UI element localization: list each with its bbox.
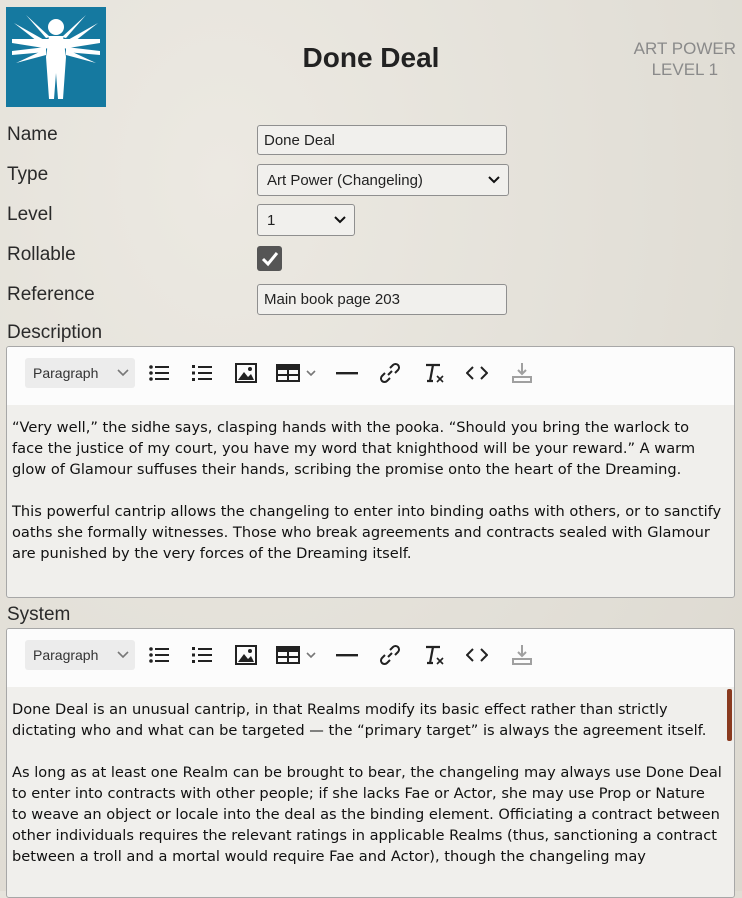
save-button[interactable] bbox=[509, 640, 535, 670]
insert-table-icon bbox=[276, 646, 316, 664]
item-type-badge: ART POWER LEVEL 1 bbox=[634, 38, 736, 80]
chevron-down-icon bbox=[334, 216, 346, 224]
source-code-button[interactable] bbox=[464, 640, 490, 670]
checkmark-icon bbox=[261, 251, 278, 266]
scrollbar-thumb[interactable] bbox=[727, 689, 732, 741]
remove-format-button[interactable] bbox=[421, 640, 447, 670]
bulleted-list-button[interactable] bbox=[147, 640, 171, 670]
remove-format-icon bbox=[426, 645, 444, 665]
system-paragraph: Done Deal is an unusual cantrip, in that… bbox=[12, 701, 707, 739]
numbered-list-button[interactable] bbox=[190, 640, 214, 670]
numbered-list-icon bbox=[192, 365, 212, 381]
description-label: Description bbox=[7, 322, 103, 343]
rollable-checkbox[interactable] bbox=[257, 246, 282, 271]
description-toolbar: Paragraph bbox=[7, 347, 734, 405]
insert-image-icon bbox=[235, 363, 257, 383]
chevron-down-icon bbox=[117, 651, 129, 659]
horizontal-line-button[interactable] bbox=[335, 358, 359, 388]
bulleted-list-icon bbox=[149, 365, 169, 381]
system-paragraph: As long as at least one Realm can be bro… bbox=[12, 764, 722, 865]
level-select-value: 1 bbox=[267, 211, 276, 229]
bulleted-list-button[interactable] bbox=[147, 358, 171, 388]
system-label: System bbox=[7, 604, 71, 625]
type-label: Type bbox=[7, 164, 49, 185]
paragraph-format-dropdown[interactable]: Paragraph bbox=[25, 640, 135, 670]
link-icon bbox=[379, 362, 401, 384]
source-code-button[interactable] bbox=[464, 358, 490, 388]
system-toolbar: Paragraph bbox=[7, 629, 734, 687]
insert-image-button[interactable] bbox=[233, 358, 259, 388]
link-icon bbox=[379, 644, 401, 666]
paragraph-format-value: Paragraph bbox=[33, 647, 99, 663]
description-content[interactable]: “Very well,” the sidhe says, clasping ha… bbox=[12, 417, 722, 585]
link-button[interactable] bbox=[377, 640, 403, 670]
remove-format-icon bbox=[426, 363, 444, 383]
system-content[interactable]: Done Deal is an unusual cantrip, in that… bbox=[12, 699, 722, 888]
chevron-down-icon bbox=[488, 176, 500, 184]
level-label: Level bbox=[7, 204, 53, 225]
bulleted-list-icon bbox=[149, 647, 169, 663]
source-code-icon bbox=[466, 366, 488, 380]
level-select[interactable]: 1 bbox=[257, 204, 355, 236]
save-button[interactable] bbox=[509, 358, 535, 388]
horizontal-line-button[interactable] bbox=[335, 640, 359, 670]
insert-table-button[interactable] bbox=[274, 640, 322, 670]
paragraph-format-dropdown[interactable]: Paragraph bbox=[25, 358, 135, 388]
reference-label: Reference bbox=[7, 284, 95, 305]
remove-format-button[interactable] bbox=[421, 358, 447, 388]
description-editor[interactable]: Paragraph “Very well,” the sidhe says, c… bbox=[6, 346, 735, 598]
page-title: Done Deal bbox=[302, 42, 440, 73]
insert-image-icon bbox=[235, 645, 257, 665]
reference-field[interactable] bbox=[257, 284, 507, 315]
chevron-down-icon bbox=[117, 369, 129, 377]
badge-level: LEVEL 1 bbox=[651, 60, 719, 79]
type-select-value: Art Power (Changeling) bbox=[267, 171, 423, 189]
insert-image-button[interactable] bbox=[233, 640, 259, 670]
rollable-label: Rollable bbox=[7, 244, 76, 265]
insert-table-button[interactable] bbox=[274, 358, 322, 388]
badge-type: ART POWER bbox=[633, 39, 736, 58]
insert-table-icon bbox=[276, 364, 316, 382]
description-paragraph: “Very well,” the sidhe says, clasping ha… bbox=[12, 419, 696, 478]
name-field[interactable] bbox=[257, 125, 507, 155]
horizontal-line-icon bbox=[336, 372, 358, 375]
numbered-list-button[interactable] bbox=[190, 358, 214, 388]
horizontal-line-icon bbox=[336, 654, 358, 657]
source-code-icon bbox=[466, 648, 488, 662]
save-icon bbox=[512, 645, 532, 665]
link-button[interactable] bbox=[377, 358, 403, 388]
name-label: Name bbox=[7, 124, 58, 145]
type-select[interactable]: Art Power (Changeling) bbox=[257, 164, 509, 196]
description-paragraph: This powerful cantrip allows the changel… bbox=[12, 503, 722, 562]
save-icon bbox=[512, 363, 532, 383]
numbered-list-icon bbox=[192, 647, 212, 663]
paragraph-format-value: Paragraph bbox=[33, 365, 99, 381]
system-editor[interactable]: Paragraph Done Deal is an unusual cantri… bbox=[6, 628, 735, 898]
